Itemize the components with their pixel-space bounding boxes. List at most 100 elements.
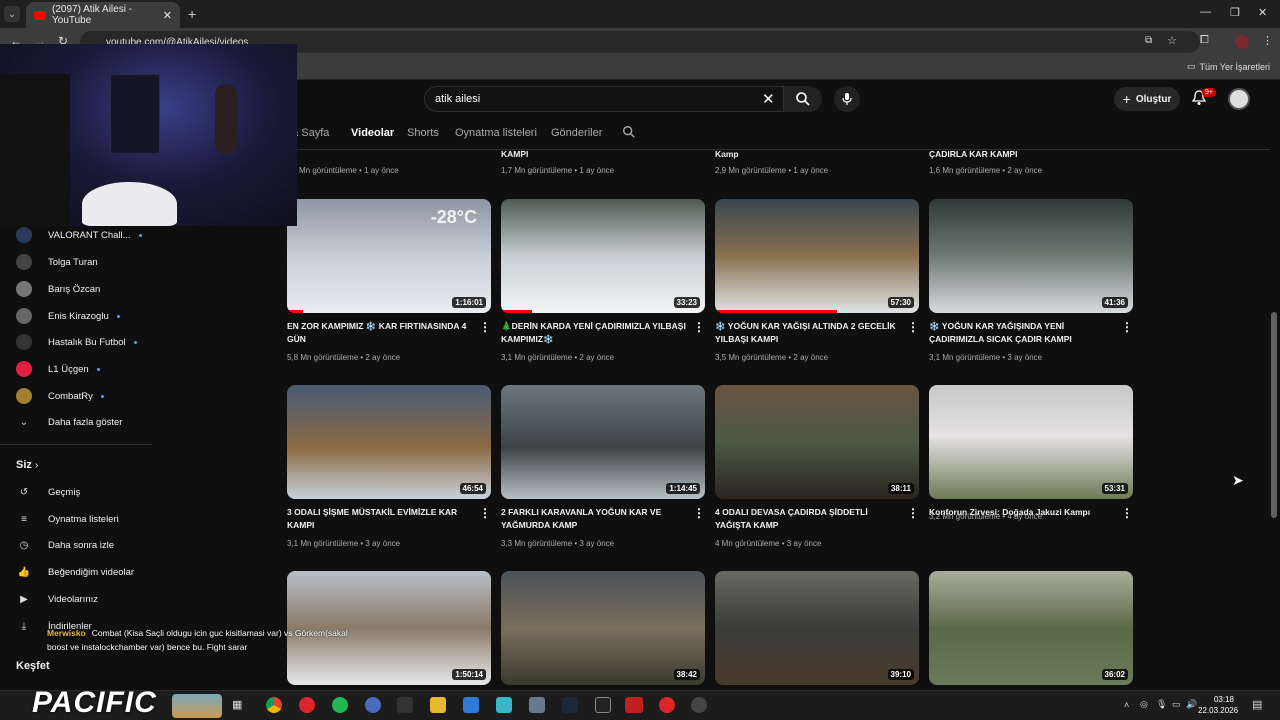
new-tab-button[interactable]: + <box>188 6 196 22</box>
video-more-options-icon[interactable]: ⋮ <box>693 506 705 520</box>
video-title[interactable]: ❄️ YOĞUN KAR YAĞIŞI ALTINDA 2 GECELİK YI… <box>715 320 905 346</box>
sidebar-you-item[interactable]: ◷ Daha sonra izle <box>16 534 114 556</box>
opera-taskbar-icon[interactable] <box>299 697 315 713</box>
profile-avatar[interactable] <box>1235 35 1249 49</box>
mail-taskbar-icon[interactable] <box>463 697 479 713</box>
task-view-icon[interactable]: ▦ <box>232 698 242 711</box>
tab-videos[interactable]: Videolar <box>351 127 394 139</box>
tray-chevron-icon[interactable]: ˄ <box>1124 700 1129 710</box>
all-bookmarks-label: Tüm Yer İşaretleri <box>1199 61 1270 72</box>
browser-menu-icon[interactable]: ⋮ <box>1262 34 1273 47</box>
video-thumbnail[interactable]: 41:36 <box>929 199 1133 313</box>
subscription-label: Enis Kirazoglu <box>48 310 109 322</box>
video-thumbnail[interactable]: 57:30 <box>715 199 919 313</box>
file-explorer-taskbar-icon[interactable] <box>430 697 446 713</box>
video-thumbnail[interactable]: -28°C 1:16:01 <box>287 199 491 313</box>
tab-posts[interactable]: Gönderiler <box>551 127 602 139</box>
sidebar-subscription-item[interactable]: L1 Üçgen <box>16 358 100 380</box>
spotify-taskbar-icon[interactable] <box>332 697 348 713</box>
app-taskbar-icon[interactable] <box>529 697 545 713</box>
sidebar-subscription-item[interactable]: Tolga Turan <box>16 251 98 273</box>
voice-search-button[interactable] <box>834 86 860 112</box>
channel-search-icon[interactable] <box>622 125 636 144</box>
video-meta: 3,3 Mn görüntüleme • 3 ay önce <box>501 539 615 548</box>
minimize-icon[interactable]: — <box>1200 6 1211 18</box>
video-more-options-icon[interactable]: ⋮ <box>693 320 705 334</box>
window-close-icon[interactable]: ✕ <box>1258 6 1267 19</box>
app-taskbar-icon[interactable] <box>397 697 413 713</box>
video-more-options-icon[interactable]: ⋮ <box>907 320 919 334</box>
channel-avatar <box>16 227 32 243</box>
app-taskbar-icon[interactable] <box>365 697 381 713</box>
search-button[interactable] <box>784 86 822 112</box>
sidebar-you-item[interactable]: ≡ Oynatma listeleri <box>16 508 119 530</box>
steam-taskbar-icon[interactable] <box>562 697 578 713</box>
sidebar-subscription-item[interactable]: Enis Kirazoglu <box>16 305 120 327</box>
app-taskbar-icon[interactable] <box>625 697 643 713</box>
chrome-taskbar-icon[interactable] <box>266 697 282 713</box>
video-title[interactable]: 2 FARKLI KARAVANLA YOĞUN KAR VE YAĞMURDA… <box>501 506 691 532</box>
video-thumbnail[interactable]: 38:42 <box>501 571 705 685</box>
sidebar-subscription-item[interactable]: CombatRy <box>16 385 104 407</box>
video-thumbnail[interactable]: 46:54 <box>287 385 491 499</box>
video-title[interactable]: KAMPI <box>501 148 691 161</box>
video-title[interactable]: 4 ODALI DEVASA ÇADIRDA ŞİDDETLİ YAĞIŞTA … <box>715 506 905 532</box>
sidebar-you-label: Videolarınız <box>48 593 98 605</box>
bookmark-star-icon[interactable]: ☆ <box>1167 34 1177 47</box>
tab-search-button[interactable]: ⌄ <box>4 6 20 22</box>
app-taskbar-icon[interactable] <box>691 697 707 713</box>
taskbar-clock[interactable]: 03:18 22.03.2026 <box>1198 694 1238 716</box>
microphone-icon <box>842 93 852 105</box>
tray-icon[interactable]: ◎ <box>1140 699 1148 710</box>
sidebar-you-item[interactable]: ↺ Geçmiş <box>16 481 80 503</box>
sidebar-you-item[interactable]: ▶ Videolarınız <box>16 588 98 610</box>
video-meta: 3,1 Mn görüntüleme • 3 ay önce <box>287 539 401 548</box>
notification-center-icon[interactable]: ▤ <box>1252 698 1262 711</box>
tab-shorts[interactable]: Shorts <box>407 127 439 139</box>
tab-close-icon[interactable]: ✕ <box>163 9 172 22</box>
video-title[interactable]: Kamp <box>715 148 905 161</box>
search-input[interactable]: atik ailesi <box>424 86 784 112</box>
epic-games-taskbar-icon[interactable] <box>595 697 611 713</box>
video-title[interactable]: 🎄DERİN KARDA YENİ ÇADIRIMIZLA YILBAŞI KA… <box>501 320 691 346</box>
you-section-heading[interactable]: Siz › <box>16 459 38 471</box>
video-thumbnail[interactable]: 53:31 <box>929 385 1133 499</box>
restore-icon[interactable]: ❐ <box>1230 6 1240 19</box>
video-title[interactable]: ❄️ YOĞUN KAR YAĞIŞINDA YENİ ÇADIRIMIZLA … <box>929 320 1119 346</box>
cast-icon[interactable]: ⧉ <box>1145 35 1152 46</box>
create-label: Oluştur <box>1135 93 1172 105</box>
video-thumbnail[interactable]: 1:14:45 <box>501 385 705 499</box>
video-more-options-icon[interactable]: ⋮ <box>479 506 491 520</box>
create-button[interactable]: + Oluştur <box>1114 87 1180 111</box>
video-thumbnail[interactable]: 39:10 <box>715 571 919 685</box>
taskbar-thumbnail[interactable] <box>172 694 222 718</box>
video-title[interactable]: 3 ODALI ŞİŞME MÜSTAKİL EVİMİZLE KAR KAMP… <box>287 506 477 532</box>
sidebar-you-item[interactable]: 👍 Beğendiğim videolar <box>16 561 134 583</box>
subscription-label: Tolga Turan <box>48 256 98 268</box>
app-taskbar-icon[interactable] <box>496 697 512 713</box>
account-avatar[interactable] <box>1228 88 1250 110</box>
all-bookmarks-button[interactable]: ▭ Tüm Yer İşaretleri <box>1187 61 1270 72</box>
video-more-options-icon[interactable]: ⋮ <box>479 320 491 334</box>
volume-icon[interactable]: 🔊 <box>1186 699 1197 710</box>
video-title[interactable]: EN ZOR KAMPIMIZ ❄️ KAR FIRTINASINDA 4 GÜ… <box>287 320 477 346</box>
show-more-button[interactable]: ⌄ Daha fazla göster <box>16 411 123 433</box>
video-more-options-icon[interactable]: ⋮ <box>1121 320 1133 334</box>
extensions-icon[interactable]: ⧠ <box>1200 34 1209 47</box>
network-icon[interactable]: ▭ <box>1172 699 1181 710</box>
clear-search-icon[interactable]: ✕ <box>762 90 775 108</box>
browser-tab-youtube[interactable]: (2097) Atik Ailesi - YouTube ✕ <box>26 2 180 28</box>
video-more-options-icon[interactable]: ⋮ <box>907 506 919 520</box>
sidebar-subscription-item[interactable]: Barış Özcan <box>16 278 100 300</box>
opera-gx-taskbar-icon[interactable] <box>659 697 675 713</box>
video-thumbnail[interactable]: 36:02 <box>929 571 1133 685</box>
tray-mic-icon[interactable]: 🎙 <box>1156 699 1167 710</box>
sidebar-subscription-item[interactable]: VALORANT Chall... <box>16 224 142 246</box>
sidebar-subscription-item[interactable]: Hastalık Bu Futbol <box>16 331 137 353</box>
new-content-dot <box>96 367 100 371</box>
scrollbar-thumb[interactable] <box>1271 312 1277 518</box>
video-thumbnail[interactable]: 38:11 <box>715 385 919 499</box>
tab-playlists[interactable]: Oynatma listeleri <box>455 127 537 139</box>
video-thumbnail[interactable]: 33:23 <box>501 199 705 313</box>
video-title[interactable]: ÇADIRLA KAR KAMPI <box>929 148 1119 161</box>
